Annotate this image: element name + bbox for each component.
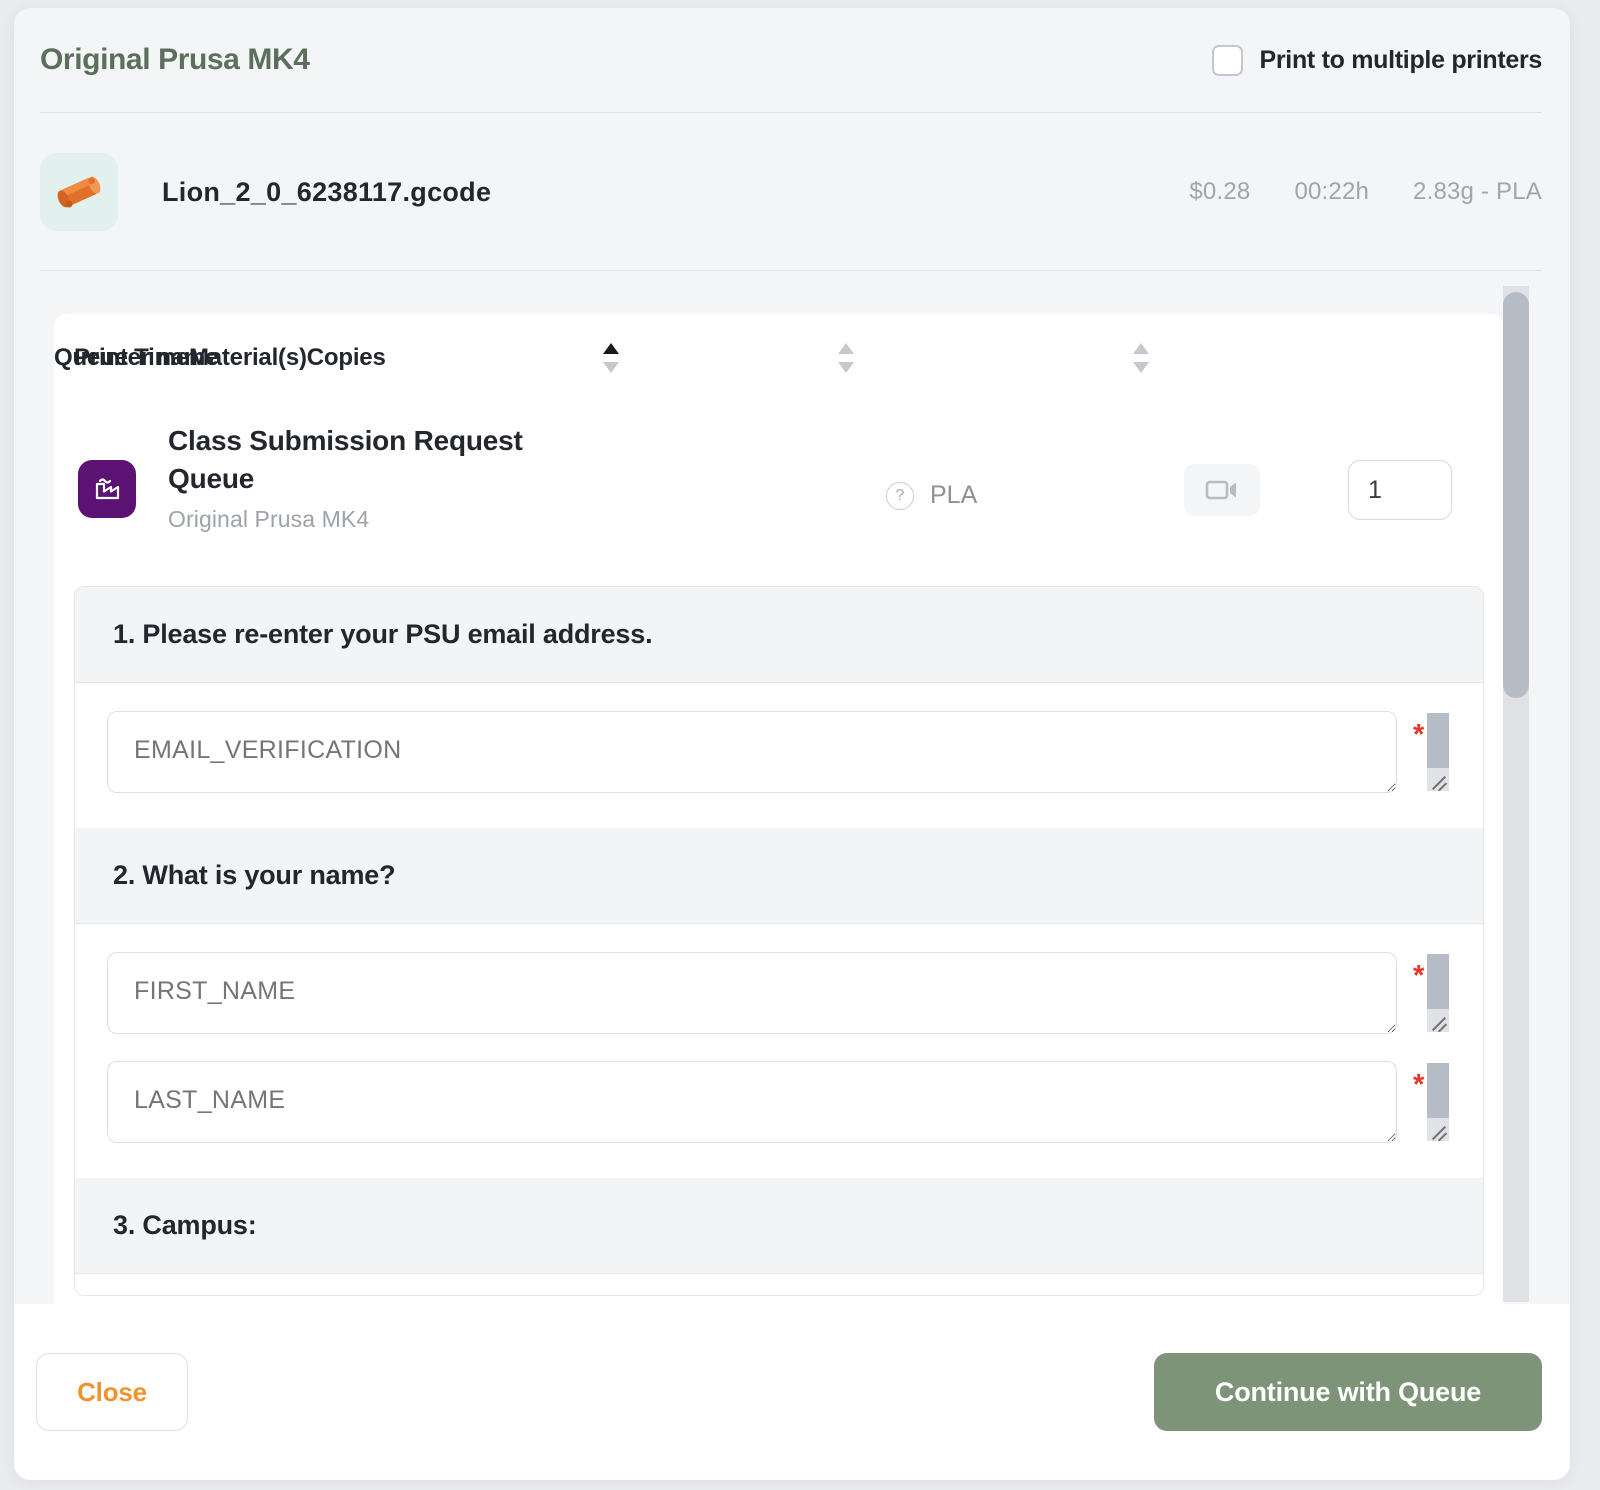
textarea-scrollbar[interactable] (1427, 1063, 1449, 1118)
question-title: 2. What is your name? (75, 828, 1483, 924)
textarea-resize-handle[interactable] (1427, 768, 1449, 791)
printer-info: Class Submission Request Queue Original … (168, 422, 598, 533)
table-header: Printer name Queue Time Material(s) Copi… (54, 314, 1504, 402)
page-title: Original Prusa MK4 (40, 43, 310, 76)
required-marker: * (1413, 1069, 1425, 1101)
printer-name: Class Submission Request Queue (168, 425, 523, 494)
file-metadata: $0.28 00:22h 2.83g - PLA (1189, 178, 1542, 206)
continue-with-queue-button[interactable]: Continue with Queue (1154, 1353, 1542, 1431)
print-dialog: Original Prusa MK4 Print to multiple pri… (14, 8, 1570, 1480)
close-button[interactable]: Close (36, 1353, 188, 1431)
copies-input[interactable] (1348, 460, 1452, 520)
email-verification-input[interactable] (107, 711, 1397, 793)
sort-materials-icon[interactable] (1133, 341, 1149, 375)
file-row-divider (40, 270, 1542, 271)
material-value: PLA (930, 481, 978, 509)
question-body: * (75, 683, 1483, 828)
material-cell: ? PLA (886, 481, 977, 510)
first-name-input[interactable] (107, 952, 1397, 1034)
file-duration: 00:22h (1294, 178, 1370, 205)
question-body: * * (75, 924, 1483, 1178)
textarea-scrollbar[interactable] (1427, 954, 1449, 1009)
field-wrapper: * (107, 952, 1451, 1039)
header-divider (40, 112, 1542, 113)
field-wrapper: * (107, 711, 1451, 798)
file-name: Lion_2_0_6238117.gcode (162, 176, 492, 207)
textarea-scrollbar[interactable] (1427, 713, 1449, 768)
multi-printer-toggle-group[interactable]: Print to multiple printers (1211, 44, 1543, 76)
sort-printer-name-icon[interactable] (603, 341, 619, 375)
panel-scrollbar-thumb[interactable] (1503, 292, 1529, 698)
submission-form: 1. Please re-enter your PSU email addres… (74, 586, 1484, 1296)
required-marker: * (1413, 719, 1425, 751)
required-marker: * (1413, 960, 1425, 992)
textarea-resize-handle[interactable] (1427, 1118, 1449, 1141)
dialog-footer: Close Continue with Queue (14, 1304, 1570, 1480)
textarea-resize-handle[interactable] (1427, 1009, 1449, 1032)
last-name-input[interactable] (107, 1061, 1397, 1143)
printer-model: Original Prusa MK4 (168, 505, 370, 532)
print-to-multiple-printers-checkbox[interactable] (1211, 44, 1243, 76)
table-row[interactable]: Class Submission Request Queue Original … (54, 402, 1504, 586)
dialog-header: Original Prusa MK4 Print to multiple pri… (14, 8, 1570, 112)
file-weight-material: 2.83g - PLA (1413, 178, 1542, 205)
question-title: 1. Please re-enter your PSU email addres… (75, 587, 1483, 683)
file-cost: $0.28 (1189, 178, 1251, 205)
column-header-printer-name[interactable]: Printer name (74, 344, 219, 372)
column-header-copies: Copies (306, 344, 386, 371)
video-camera-icon[interactable] (1184, 464, 1260, 516)
file-summary-row: Lion_2_0_6238117.gcode $0.28 00:22h 2.83… (40, 118, 1542, 266)
factory-icon (78, 460, 136, 518)
question-circle-icon[interactable]: ? (886, 481, 914, 510)
3d-model-thumbnail-icon (40, 153, 118, 231)
printer-selection-panel: Printer name Queue Time Material(s) Copi… (54, 314, 1504, 1304)
field-wrapper: * (107, 1061, 1451, 1148)
print-to-multiple-printers-label: Print to multiple printers (1259, 45, 1543, 74)
sort-queue-time-icon[interactable] (838, 341, 854, 375)
question-title: 3. Campus: (75, 1178, 1483, 1274)
panel-scrollbar[interactable] (1503, 286, 1529, 1302)
